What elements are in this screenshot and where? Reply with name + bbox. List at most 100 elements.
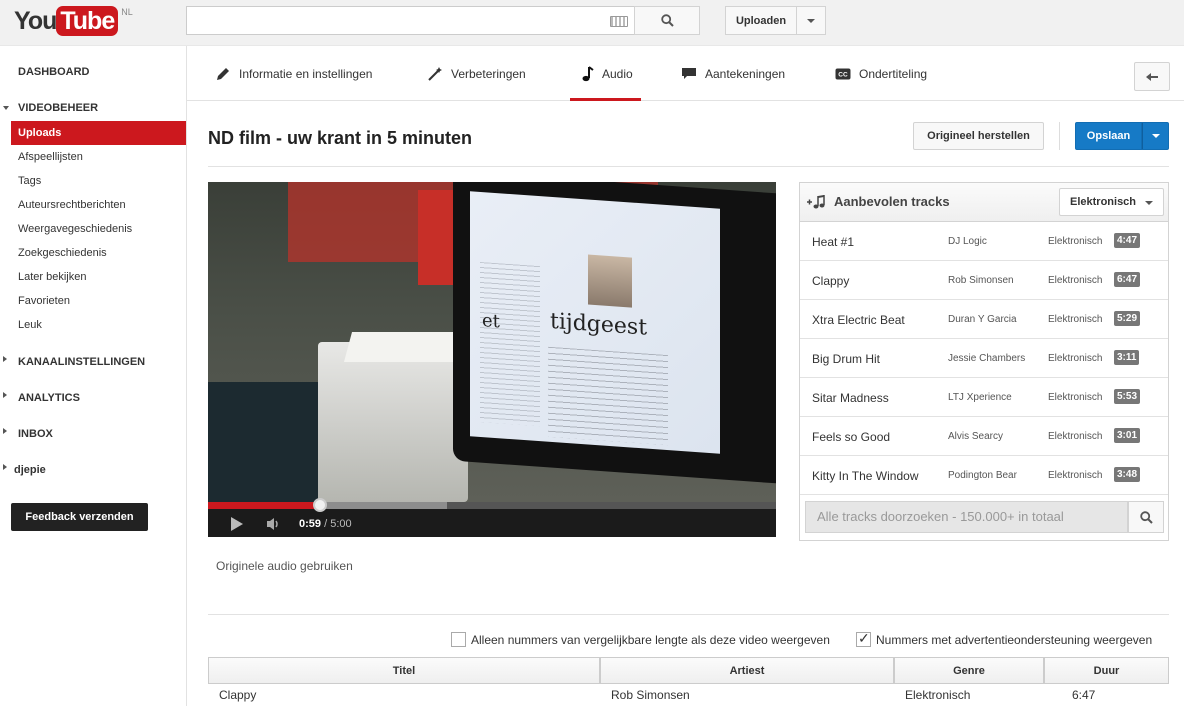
track-artist: Rob Simonsen [948,275,1014,286]
page-title: ND film - uw krant in 5 minuten [208,128,473,148]
feedback-button[interactable]: Feedback verzenden [11,503,148,531]
svg-text:CC: CC [838,71,848,78]
ad-supported-filter[interactable]: Nummers met advertentieondersteuning wee… [856,630,1152,647]
track-row[interactable]: Feels so Good Alvis Searcy Elektronisch 3:0… [800,417,1168,456]
sidebar-user[interactable]: djepie [14,464,46,476]
save-button[interactable]: Opslaan [1075,122,1142,150]
sidebar-item-leuk[interactable]: Leuk [18,319,42,331]
current-time: 0:59 [299,518,322,530]
video-frame[interactable]: et tijdgeest [208,182,776,502]
tracks-title: Aanbevolen tracks [834,194,950,209]
save-options-button[interactable] [1142,122,1169,150]
frame-portrait [588,254,632,308]
arrow-left-icon [1146,72,1158,81]
column-header-title[interactable]: Titel [208,657,600,684]
frame-text-lines [548,346,668,446]
progress-handle[interactable] [312,498,327,512]
track-duration: 5:53 [1114,389,1141,404]
sidebar-item-auteursrechtberichten[interactable]: Auteursrechtberichten [18,199,126,211]
chevron-down-icon [1145,201,1153,205]
table-cell-title[interactable]: Clappy [219,688,256,702]
tab-label: Aantekeningen [705,66,786,81]
track-search-input[interactable]: Alle tracks doorzoeken - 150.000+ in tot… [805,501,1128,533]
track-genre: Elektronisch [1048,236,1103,247]
progress-bar[interactable] [208,498,776,512]
use-original-audio-link[interactable]: Originele audio gebruiken [216,559,353,573]
divider [1059,122,1060,150]
similar-length-filter[interactable]: Alleen nummers van vergelijkbare lengte … [451,632,830,647]
keyboard-icon[interactable] [610,16,628,27]
tab-informatie[interactable]: Informatie en instellingen [215,46,372,101]
track-row[interactable]: Kitty In The Window Podington Bear Elektro… [800,456,1168,495]
total-time: 5:00 [330,518,352,530]
track-row[interactable]: Xtra Electric Beat Duran Y Garcia Elektron… [800,300,1168,339]
frame-screen: et tijdgeest [470,191,720,454]
search-icon [1139,510,1153,524]
track-duration: 4:47 [1114,233,1141,248]
sidebar-item-favorieten[interactable]: Favorieten [18,295,70,307]
tab-aantekeningen[interactable]: Aantekeningen [681,46,785,101]
track-search-button[interactable] [1128,501,1164,533]
tab-label: Audio [602,66,633,81]
genre-dropdown[interactable]: Elektronisch [1059,188,1164,216]
column-header-genre[interactable]: Genre [894,657,1044,684]
search-button[interactable] [634,6,700,35]
tab-verbeteringen[interactable]: Verbeteringen [427,46,526,101]
reset-button[interactable]: Origineel herstellen [913,122,1044,150]
sidebar-dashboard[interactable]: DASHBOARD [18,66,90,78]
collapsed-arrow-icon [3,356,7,362]
search-input[interactable] [186,6,634,35]
time-display: 0:59 / 5:00 [299,518,352,530]
tab-audio[interactable]: Audio [570,46,641,101]
sidebar-kanaalinstellingen[interactable]: KANAALINSTELLINGEN [18,356,145,368]
sidebar-item-later-bekijken[interactable]: Later bekijken [18,271,87,283]
upload-button[interactable]: Uploaden [725,6,797,35]
column-header-duration[interactable]: Duur [1044,657,1169,684]
back-button[interactable] [1134,62,1170,91]
volume-icon[interactable] [266,517,282,531]
track-row[interactable]: Clappy Rob Simonsen Elektronisch 6:47 [800,261,1168,300]
frame-text-lines [480,261,540,427]
play-icon[interactable] [230,517,244,531]
tab-label: Verbeteringen [451,66,526,81]
sidebar-item-zoekgeschiedenis[interactable]: Zoekgeschiedenis [18,247,107,259]
chevron-down-icon [807,18,815,23]
collapsed-arrow-icon [3,428,7,434]
sidebar-item-afspeellijsten[interactable]: Afspeellijsten [18,151,83,163]
track-row[interactable]: Heat #1 DJ Logic Elektronisch 4:47 [800,222,1168,261]
sidebar-inbox[interactable]: INBOX [18,428,53,440]
similar-length-label: Alleen nummers van vergelijkbare lengte … [471,632,830,647]
track-title: Big Drum Hit [812,352,881,366]
track-duration: 5:29 [1114,311,1141,326]
track-title: Kitty In The Window [812,469,919,483]
frame-text: tijdgeest [550,308,648,341]
youtube-logo[interactable]: You Tube NL [14,5,133,37]
frame-printer [318,342,468,502]
tab-ondertiteling[interactable]: CC Ondertiteling [835,46,927,101]
ad-supported-checkbox[interactable] [856,630,871,647]
sidebar-item-weergavegeschiedenis[interactable]: Weergavegeschiedenis [18,223,132,235]
sidebar-item-tags[interactable]: Tags [18,175,41,187]
collapsed-arrow-icon [3,464,7,470]
upload-dropdown-button[interactable] [796,6,826,35]
track-title: Xtra Electric Beat [812,313,905,327]
sidebar-videobeheer[interactable]: VIDEOBEHEER [18,102,98,114]
track-title: Heat #1 [812,235,855,249]
tab-label: Ondertiteling [859,66,928,81]
pencil-icon [215,66,231,82]
video-player[interactable]: et tijdgeest 0:59 / 5:00 [208,182,776,537]
track-title: Sitar Madness [812,391,889,405]
track-row[interactable]: Big Drum Hit Jessie Chambers Elektronisch 3… [800,339,1168,378]
track-artist: Podington Bear [948,470,1017,481]
track-artist: Alvis Searcy [948,431,1004,442]
expanded-arrow-icon [3,106,9,110]
sidebar-analytics[interactable]: ANALYTICS [18,392,80,404]
track-row[interactable]: Sitar Madness LTJ Xperience Elektronisch 5:… [800,378,1168,417]
magic-wand-icon [427,66,443,82]
track-genre: Elektronisch [1048,314,1103,325]
similar-length-checkbox[interactable] [451,632,466,647]
cc-icon: CC [835,68,851,80]
tab-label: Informatie en instellingen [239,66,373,81]
column-header-artist[interactable]: Artiest [600,657,894,684]
sidebar-item-uploads[interactable]: Uploads [11,121,186,145]
